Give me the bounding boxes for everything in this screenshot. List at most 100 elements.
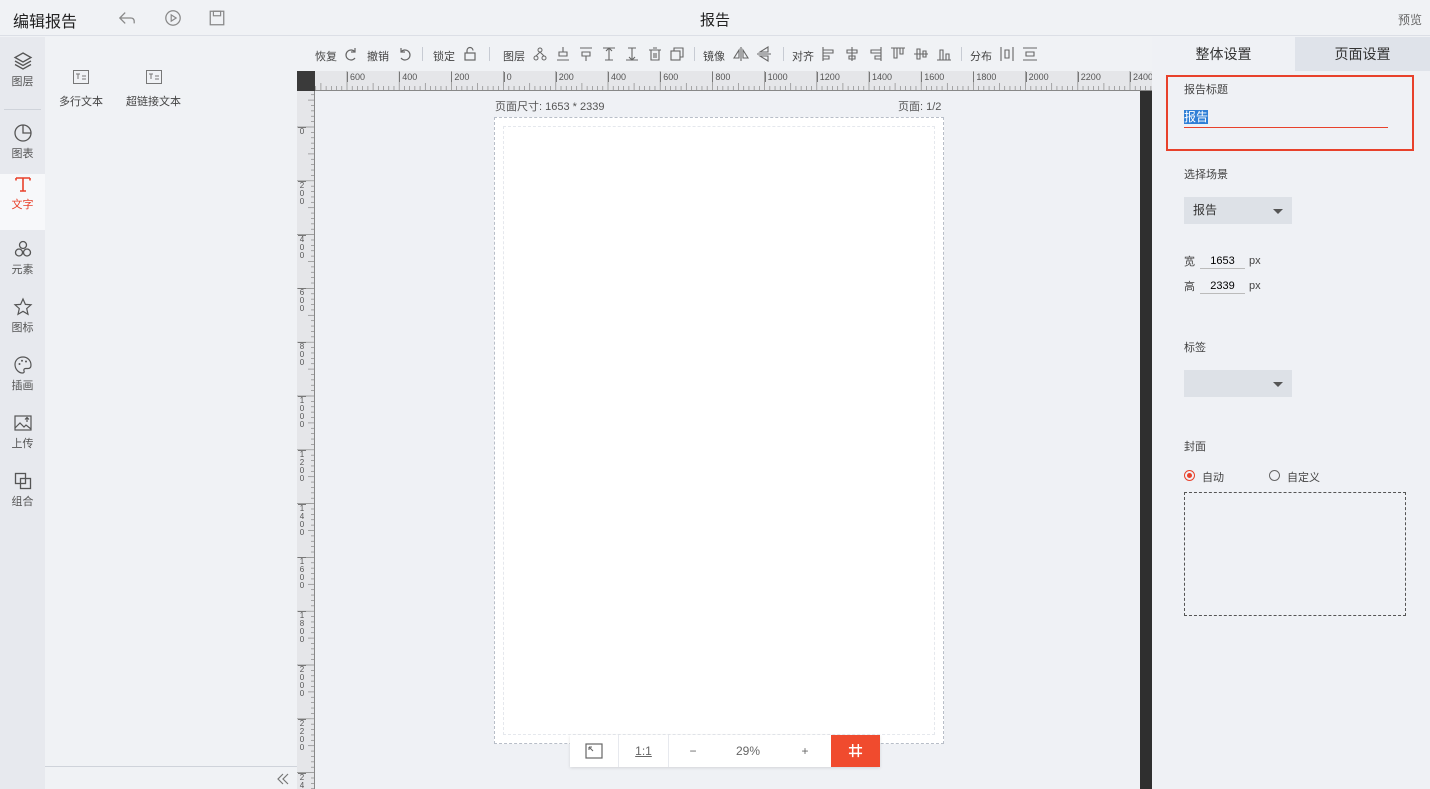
ruler-label: 0 [298, 127, 306, 136]
width-row: 宽 px [1184, 253, 1261, 271]
page-count-label: 页面: 1/2 [898, 101, 942, 113]
back-arrow-icon[interactable] [118, 9, 136, 27]
scene-value: 报告 [1193, 203, 1218, 217]
grid-toggle-button[interactable] [831, 735, 880, 767]
restore-label[interactable]: 恢复 [315, 48, 337, 64]
delete-icon[interactable] [647, 46, 663, 62]
report-title-label: 报告标题 [1184, 84, 1228, 96]
rail-item-layers[interactable]: 图层 [0, 51, 45, 107]
ruler-label: 800 [298, 342, 306, 368]
canvas-area[interactable]: 页面尺寸: 1653 * 2339 页面: 1/2 1:1 − 29% + [315, 91, 1140, 789]
align-middle-v-icon[interactable] [913, 46, 929, 62]
ruler-label: 1800 [298, 611, 306, 645]
width-input[interactable] [1200, 253, 1245, 269]
rail-item-text[interactable]: 文字 [0, 174, 45, 230]
send-down-icon[interactable] [578, 46, 594, 62]
flip-vertical-icon[interactable] [756, 46, 772, 62]
top-bar: 编辑报告 报告 预览 [0, 0, 1430, 36]
fit-screen-icon [585, 743, 603, 759]
lock-icon[interactable] [462, 46, 478, 62]
upload-image-icon [13, 415, 32, 431]
ruler-label: 2400 [298, 772, 306, 789]
ruler-label: 600 [298, 288, 306, 314]
save-icon[interactable] [208, 9, 226, 27]
ruler-label: 400 [298, 234, 306, 260]
mirror-label[interactable]: 镜像 [703, 48, 725, 64]
zoom-out-button[interactable]: − [669, 735, 717, 767]
ruler-label: 200 [451, 72, 469, 82]
send-to-back-icon[interactable] [624, 46, 640, 62]
width-label: 宽 [1184, 256, 1195, 268]
text-icon [14, 177, 31, 192]
fit-screen-button[interactable] [570, 735, 618, 767]
rail-label: 图表 [11, 148, 34, 160]
layer-label[interactable]: 图层 [503, 48, 525, 64]
toolbar-divider [489, 47, 490, 61]
distribute-vertical-icon[interactable] [1022, 46, 1038, 62]
align-right-icon[interactable] [867, 46, 883, 62]
flip-horizontal-icon[interactable] [733, 46, 749, 62]
ruler-corner [297, 71, 315, 91]
ruler-label: 200 [298, 180, 306, 206]
report-page[interactable] [494, 117, 944, 744]
rail-item-elements[interactable]: 元素 [0, 239, 45, 295]
distribute-horizontal-icon[interactable] [999, 46, 1015, 62]
rail-label: 图层 [11, 76, 34, 88]
chevron-down-icon [1273, 209, 1283, 214]
height-input[interactable] [1200, 278, 1245, 294]
tab-page-settings[interactable]: 页面设置 [1295, 37, 1430, 71]
cover-upload-area[interactable] [1184, 492, 1406, 616]
ruler-label: 600 [660, 72, 678, 82]
ruler-label: 1200 [816, 72, 840, 82]
vertical-scrollbar[interactable] [1140, 91, 1152, 789]
palette-icon [13, 356, 32, 374]
rail-item-group[interactable]: 组合 [0, 471, 45, 527]
star-icon [13, 297, 32, 316]
scene-select[interactable]: 报告 [1184, 197, 1292, 224]
undo-label[interactable]: 撤销 [367, 48, 389, 64]
chevron-down-icon [1273, 382, 1283, 387]
align-top-icon[interactable] [890, 46, 906, 62]
align-left-icon[interactable] [821, 46, 837, 62]
toolbar-divider [694, 47, 695, 61]
radio-label: 自定义 [1287, 472, 1320, 484]
rail-item-charts[interactable]: 图表 [0, 123, 45, 179]
layer-tree-icon[interactable] [532, 46, 548, 62]
ruler-label: 200 [555, 72, 574, 82]
hyperlink-text-tool[interactable]: 超链接文本 [126, 70, 181, 109]
align-center-h-icon[interactable] [844, 46, 860, 62]
scene-label: 选择场景 [1184, 169, 1228, 181]
ruler-label: 2200 [1077, 72, 1101, 82]
tool-label: 多行文本 [59, 96, 103, 108]
align-label[interactable]: 对齐 [792, 48, 814, 64]
hyperlink-text-icon [145, 70, 162, 84]
actual-size-button[interactable]: 1:1 [619, 735, 668, 767]
undo-icon[interactable] [397, 46, 413, 62]
rail-item-icons[interactable]: 图标 [0, 297, 45, 353]
copy-icon[interactable] [669, 46, 685, 62]
rail-item-upload[interactable]: 上传 [0, 413, 45, 469]
bring-up-icon[interactable] [555, 46, 571, 62]
settings-panel: 整体设置 页面设置 报告标题 报告 选择场景 报告 宽 px 高 px 标签 封… [1152, 37, 1430, 789]
bring-to-front-icon[interactable] [601, 46, 617, 62]
collapse-double-chevron-icon[interactable] [275, 771, 291, 787]
tab-global-settings[interactable]: 整体设置 [1152, 37, 1295, 71]
horizontal-ruler[interactable]: 600 400 200 0 200 400 600 800 1000 1200 1400 1600 18… [315, 71, 1152, 91]
rail-item-illustrations[interactable]: 插画 [0, 355, 45, 411]
layers-icon [13, 52, 32, 70]
distribute-label[interactable]: 分布 [970, 48, 992, 64]
lock-label[interactable]: 锁定 [433, 48, 455, 64]
grid-icon [848, 743, 863, 758]
report-title-input[interactable]: 报告 [1184, 108, 1388, 128]
tag-select[interactable] [1184, 370, 1292, 397]
tag-label: 标签 [1184, 342, 1206, 354]
zoom-in-button[interactable]: + [779, 735, 831, 767]
multiline-text-tool[interactable]: 多行文本 [59, 70, 103, 109]
ruler-label: 800 [712, 72, 730, 82]
vertical-ruler[interactable]: 0 200 400 600 800 1000 1200 1400 1600 1800 2000 220… [297, 91, 315, 789]
ruler-label: 1200 [298, 449, 306, 483]
play-icon[interactable] [164, 9, 182, 27]
redo-icon[interactable] [343, 46, 359, 62]
align-bottom-icon[interactable] [936, 46, 952, 62]
preview-button[interactable]: 预览 [1398, 11, 1422, 28]
